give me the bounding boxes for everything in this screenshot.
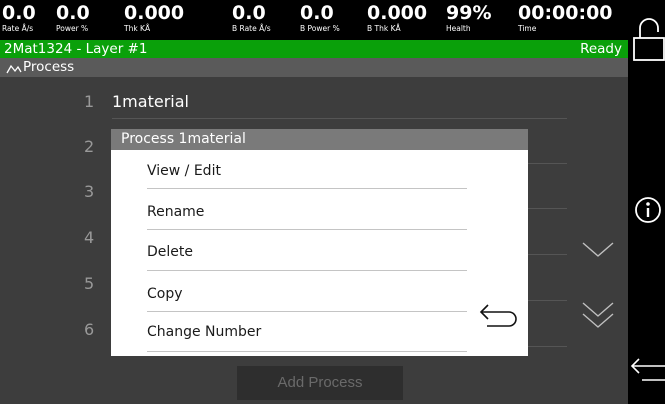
process-number: 1 <box>84 92 95 111</box>
metric-value: 0.0 <box>300 2 334 24</box>
status-text: Ready <box>580 41 622 57</box>
metric-label: Time <box>518 24 537 33</box>
process-number: 6 <box>84 320 95 339</box>
metrics-bar: 0.0 Rate Å/s 0.0 Power % 0.000 Thk KÅ 0.… <box>0 0 628 40</box>
double-chevron-down-icon[interactable] <box>580 299 616 333</box>
metric-value: 00:00:00 <box>518 2 613 24</box>
add-process-button[interactable]: Add Process <box>237 366 403 400</box>
menu-item-delete[interactable]: Delete <box>147 232 467 272</box>
menu-item-label: Delete <box>147 244 193 260</box>
metric-label: B Thk KÅ <box>367 24 401 33</box>
menu-item-label: Rename <box>147 204 205 220</box>
process-number: 3 <box>84 182 95 201</box>
metric-b-thickness: 0.000 B Thk KÅ <box>367 2 428 34</box>
metric-value: 0.0 <box>56 2 90 24</box>
metric-label: B Rate Å/s <box>232 24 271 33</box>
metric-label: B Power % <box>300 24 340 33</box>
list-item[interactable]: 1 1material <box>0 82 628 122</box>
metric-rate: 0.0 Rate Å/s <box>2 2 36 34</box>
metric-value: 0.0 <box>2 2 36 24</box>
menu-item-rename[interactable]: Rename <box>147 192 467 232</box>
process-number: 4 <box>84 228 95 247</box>
metric-label: Thk KÅ <box>124 24 151 33</box>
status-bar: 2Mat1324 - Layer #1 Ready <box>0 40 628 58</box>
menu-divider <box>147 311 467 312</box>
process-number: 5 <box>84 274 95 293</box>
back-arrow-icon[interactable] <box>630 358 665 388</box>
metric-health: 99% Health <box>446 2 492 34</box>
info-icon[interactable] <box>634 196 662 228</box>
menu-divider <box>147 351 467 352</box>
metric-time: 00:00:00 Time <box>518 2 613 34</box>
menu-item-label: Change Number <box>147 324 262 340</box>
side-panel <box>628 0 665 404</box>
metric-value: 0.000 <box>124 2 185 24</box>
metric-value: 99% <box>446 2 492 24</box>
lock-icon[interactable] <box>632 14 665 66</box>
metric-value: 0.0 <box>232 2 266 24</box>
metric-thickness: 0.000 Thk KÅ <box>124 2 185 34</box>
process-name: 1material <box>112 92 189 111</box>
dialog-title: Process 1material <box>111 129 528 150</box>
metric-label: Rate Å/s <box>2 24 34 33</box>
metric-b-rate: 0.0 B Rate Å/s <box>232 2 271 34</box>
menu-divider <box>147 229 467 230</box>
menu-divider <box>147 270 467 271</box>
metric-label: Power % <box>56 24 89 33</box>
breadcrumb-label: Process <box>23 59 75 75</box>
process-number: 2 <box>84 137 95 156</box>
return-arrow-icon[interactable] <box>479 301 519 331</box>
menu-item-label: View / Edit <box>147 163 221 179</box>
menu-item-view-edit[interactable]: View / Edit <box>147 151 467 191</box>
menu-divider <box>147 188 467 189</box>
layer-name: 2Mat1324 - Layer #1 <box>4 41 148 57</box>
process-options-dialog: Process 1material View / Edit Rename Del… <box>111 129 528 356</box>
metric-b-power: 0.0 B Power % <box>300 2 340 34</box>
metric-power: 0.0 Power % <box>56 2 90 34</box>
menu-item-copy[interactable]: Copy <box>147 274 467 314</box>
metric-label: Health <box>446 24 471 33</box>
menu-item-label: Copy <box>147 286 183 302</box>
chevron-down-icon[interactable] <box>580 239 616 261</box>
menu-item-change-number[interactable]: Change Number <box>147 314 467 354</box>
row-divider <box>112 118 567 119</box>
breadcrumb[interactable]: Process <box>0 58 628 77</box>
metric-value: 0.000 <box>367 2 428 24</box>
